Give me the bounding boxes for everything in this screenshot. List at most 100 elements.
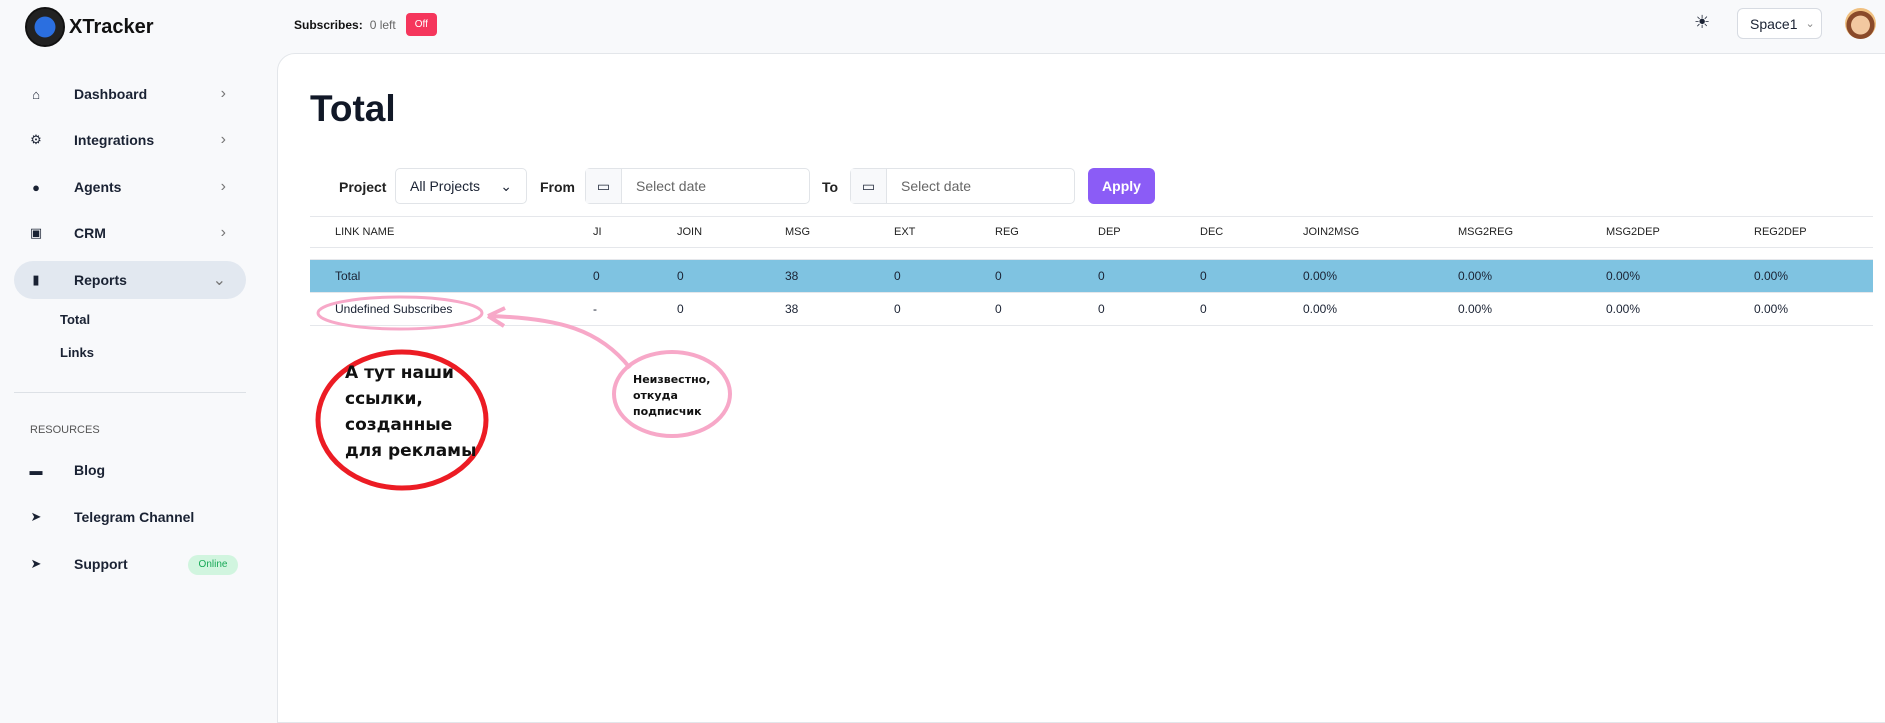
table-cell: 0	[995, 292, 1098, 326]
column-header[interactable]: EXT	[894, 216, 995, 248]
calendar-icon: ▭	[586, 169, 622, 203]
chevron-down-icon: ⌄	[212, 272, 226, 289]
sidebar-item-label: Support	[74, 556, 128, 572]
column-header[interactable]: MSG	[785, 216, 894, 248]
table-cell: 0.00%	[1754, 292, 1873, 326]
to-date-input[interactable]: ▭ Select date	[850, 168, 1075, 204]
chevron-down-icon: ⌄	[500, 177, 512, 194]
chevron-right-icon: ›	[220, 85, 226, 102]
subscribes-label: Subscribes:	[294, 17, 363, 32]
column-header[interactable]: MSG2REG	[1458, 216, 1606, 248]
sidebar-subitem-links[interactable]: Links	[60, 345, 94, 360]
chevron-right-icon: ›	[220, 224, 226, 241]
column-header[interactable]: JOIN	[677, 216, 785, 248]
project-value: All Projects	[410, 178, 481, 194]
user-icon: ●	[32, 179, 40, 195]
gear-icon: ⚙	[30, 132, 42, 147]
calendar-icon: ▭	[851, 169, 887, 203]
subscribes-status: Subscribes: 0 left Off	[294, 13, 437, 36]
table-cell: -	[593, 292, 677, 326]
sidebar-item-label: CRM	[74, 225, 106, 241]
sidebar-item-dashboard[interactable]: ⌂ Dashboard ›	[14, 75, 246, 113]
table-spacer	[310, 247, 1873, 260]
sidebar-item-blog[interactable]: ▬ Blog	[14, 451, 246, 489]
online-badge: Online	[188, 555, 238, 575]
column-header[interactable]: DEC	[1200, 216, 1303, 248]
sidebar-item-reports[interactable]: ▮ Reports ⌄	[14, 261, 246, 299]
column-header[interactable]: REG	[995, 216, 1098, 248]
table-cell: 0	[894, 292, 995, 326]
table-cell: 0	[894, 259, 995, 293]
book-icon: ▬	[29, 462, 43, 478]
chevron-down-icon: ⌄	[1805, 18, 1815, 30]
sidebar-subitem-total[interactable]: Total	[60, 312, 90, 327]
avatar[interactable]	[1845, 8, 1876, 39]
column-header[interactable]: DEP	[1098, 216, 1200, 248]
top-bar: XTracker Subscribes: 0 left Off ☀ Space1 ⌄	[0, 0, 1885, 53]
page-title: Total	[310, 88, 396, 129]
table-cell: 0.00%	[1606, 259, 1754, 293]
link-name-cell: Total	[310, 259, 593, 293]
sidebar-item-integrations[interactable]: ⚙ Integrations ›	[14, 121, 246, 159]
report-table: LINK NAME JI JOIN MSG EXT REG DEP DEC JOIN2MSG MS…	[310, 216, 1873, 326]
bar-chart-icon: ▮	[32, 272, 40, 287]
table-cell: 0.00%	[1606, 292, 1754, 326]
table-cell: 0.00%	[1458, 292, 1606, 326]
apply-button[interactable]: Apply	[1088, 168, 1155, 204]
table-cell: 38	[785, 292, 894, 326]
table-cell: 0	[677, 259, 785, 293]
sidebar-item-telegram[interactable]: ➤ Telegram Channel	[14, 498, 246, 536]
to-placeholder: Select date	[901, 178, 972, 194]
project-select[interactable]: All Projects ⌄	[395, 168, 527, 204]
column-header[interactable]: REG2DEP	[1754, 216, 1873, 248]
table-cell: 38	[785, 259, 894, 293]
pink-annotation-text: Неизвестно, откуда подписчик	[633, 373, 711, 418]
space-value: Space1	[1750, 15, 1798, 32]
home-icon: ⌂	[32, 86, 40, 102]
table-cell: 0.00%	[1303, 259, 1458, 293]
table-cell: 0	[1200, 259, 1303, 293]
table-header: LINK NAME JI JOIN MSG EXT REG DEP DEC JOIN2MSG MS…	[310, 216, 1873, 248]
sidebar-item-label: Telegram Channel	[74, 509, 195, 525]
space-select[interactable]: Space1 ⌄	[1737, 8, 1822, 39]
total-row: Total 0 0 38 0 0 0 0 0.00% 0.00% 0.00% 0.00%	[310, 259, 1873, 293]
id-card-icon: ▣	[29, 225, 43, 240]
column-header[interactable]: LINK NAME	[310, 216, 593, 248]
sidebar-item-label: Dashboard	[74, 86, 148, 102]
table-cell: 0.00%	[1303, 292, 1458, 326]
telegram-icon: ➤	[30, 509, 42, 524]
table-cell: 0.00%	[1458, 259, 1606, 293]
to-label: To	[822, 179, 839, 195]
from-label: From	[540, 179, 575, 195]
column-header[interactable]: MSG2DEP	[1606, 216, 1754, 248]
table-cell: 0	[1098, 259, 1200, 293]
column-header[interactable]: JI	[593, 216, 677, 248]
main-panel	[277, 53, 1885, 723]
sun-icon[interactable]: ☀	[1694, 12, 1710, 33]
table-cell: 0	[1200, 292, 1303, 326]
sidebar-item-label: Reports	[74, 272, 127, 288]
sidebar-item-agents[interactable]: ● Agents ›	[14, 168, 246, 206]
table-row: Undefined Subscribes -0 38 0 0 0 0 0.00% 0.00% 0.…	[310, 292, 1873, 326]
chevron-right-icon: ›	[220, 178, 226, 195]
chevron-right-icon: ›	[220, 131, 226, 148]
red-annotation-text: А тут наши ссылки, созданные для рекламы	[345, 363, 477, 461]
app-name: XTracker	[69, 15, 154, 38]
table-cell: 0	[1098, 292, 1200, 326]
subscribes-toggle[interactable]: Off	[405, 13, 437, 36]
sidebar-item-crm[interactable]: ▣ CRM ›	[14, 214, 246, 252]
table-cell: 0	[593, 259, 677, 293]
link-name-cell: Undefined Subscribes	[310, 292, 593, 326]
table-cell: 0.00%	[1754, 259, 1873, 293]
subscribes-left: 0 left	[369, 17, 396, 32]
sidebar-item-label: Integrations	[74, 132, 155, 148]
table-cell: 0	[677, 292, 785, 326]
telegram-icon: ➤	[30, 556, 42, 571]
logo[interactable]: XTracker	[25, 7, 154, 47]
column-header[interactable]: JOIN2MSG	[1303, 216, 1458, 248]
sidebar-item-label: Agents	[74, 179, 122, 195]
from-date-input[interactable]: ▭ Select date	[585, 168, 810, 204]
table-cell: 0	[995, 259, 1098, 293]
from-placeholder: Select date	[636, 178, 707, 194]
logo-icon	[25, 7, 65, 47]
